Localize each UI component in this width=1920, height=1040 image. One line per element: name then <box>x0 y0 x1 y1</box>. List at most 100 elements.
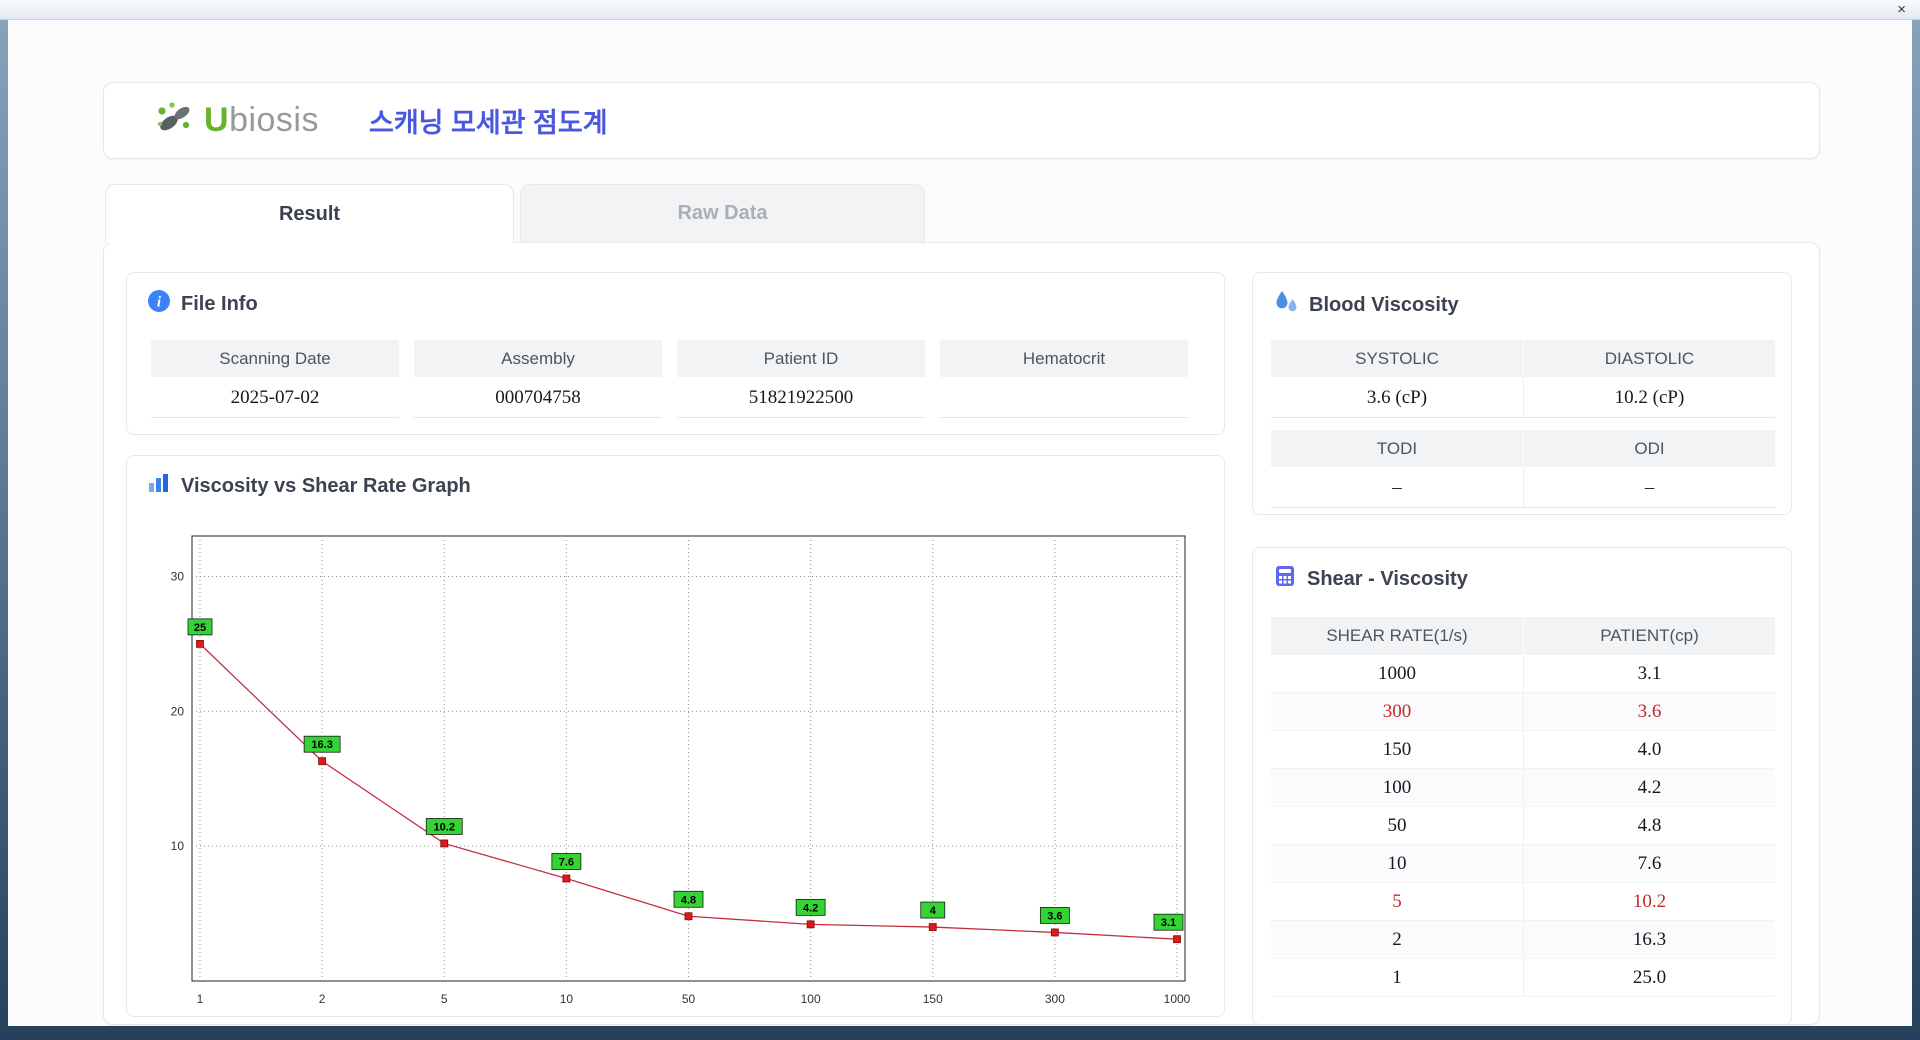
patient-column-header: PATIENT(cp) <box>1523 617 1775 655</box>
shear-rate-value: 100 <box>1271 769 1523 807</box>
svg-text:50: 50 <box>682 992 696 1006</box>
shear-rate-value: 10 <box>1271 845 1523 883</box>
field-patient-id: Patient ID 51821922500 <box>677 340 925 418</box>
tab-raw-data[interactable]: Raw Data <box>520 184 925 242</box>
field-hematocrit: Hematocrit <box>940 340 1188 418</box>
divider <box>1271 418 1775 430</box>
field-value <box>940 377 1188 418</box>
field-label: Hematocrit <box>940 340 1188 377</box>
blood-viscosity-panel: Blood Viscosity SYSTOLIC DIASTOLIC 3.6 (… <box>1252 272 1792 515</box>
patient-viscosity-value: 4.2 <box>1523 769 1775 807</box>
bv-header-row-1: SYSTOLIC DIASTOLIC <box>1271 340 1775 377</box>
shear-viscosity-table: SHEAR RATE(1/s) PATIENT(cp) 1000 3.1 300 3.… <box>1271 617 1775 997</box>
shear-viscosity-row: 2 16.3 <box>1271 921 1775 959</box>
svg-text:100: 100 <box>801 992 821 1006</box>
shear-viscosity-row: 50 4.8 <box>1271 807 1775 845</box>
tab-result-label: Result <box>278 202 341 225</box>
shear-viscosity-row: 10 7.6 <box>1271 845 1775 883</box>
blood-viscosity-title: Blood Viscosity <box>1309 293 1459 316</box>
leaf-logo-icon <box>154 100 196 141</box>
app-window: Ubiosis 스캐닝 모세관 점도계 Result Raw Data i Fi… <box>8 20 1912 1026</box>
droplets-icon <box>1273 289 1299 321</box>
sv-header-row: SHEAR RATE(1/s) PATIENT(cp) <box>1271 617 1775 655</box>
tab-raw-data-label: Raw Data <box>677 202 768 224</box>
page-title: 스캐닝 모세관 점도계 <box>369 108 608 138</box>
shear-viscosity-row: 100 4.2 <box>1271 769 1775 807</box>
close-icon[interactable]: × <box>1893 0 1910 20</box>
systolic-label: SYSTOLIC <box>1271 340 1523 377</box>
shear-viscosity-title: Shear - Viscosity <box>1307 567 1468 590</box>
viscosity-chart: 1 2 5 10 50 100 150 300 10001020302516.310.27.64… <box>171 535 1191 1006</box>
shear-rate-value: 150 <box>1271 731 1523 769</box>
graph-panel: Viscosity vs Shear Rate Graph 1 2 5 10 50 100… <box>126 455 1225 1017</box>
svg-text:300: 300 <box>1045 992 1065 1006</box>
shear-rate-value: 300 <box>1271 693 1523 731</box>
svg-text:2: 2 <box>319 992 326 1006</box>
field-value: 2025-07-02 <box>151 377 399 418</box>
svg-text:3.1: 3.1 <box>1161 917 1176 929</box>
svg-text:10: 10 <box>171 839 185 853</box>
screen: { "window": { "close_icon": "×" }, "head… <box>0 0 1920 1040</box>
bv-header-row-2: TODI ODI <box>1271 430 1775 467</box>
field-label: Assembly <box>414 340 662 377</box>
todi-label: TODI <box>1271 430 1523 467</box>
ubiosis-logo: Ubiosis <box>154 100 319 141</box>
calculator-icon <box>1273 564 1297 594</box>
shear-viscosity-header: Shear - Viscosity <box>1273 564 1468 594</box>
svg-text:16.3: 16.3 <box>311 739 332 751</box>
bv-value-row-2: – – <box>1271 467 1775 508</box>
svg-text:1000: 1000 <box>1164 992 1191 1006</box>
file-info-fields: Scanning Date 2025-07-02 Assembly 000704… <box>151 340 1188 418</box>
shear-rate-value: 2 <box>1271 921 1523 959</box>
diastolic-value: 10.2 (cP) <box>1523 377 1775 418</box>
field-label: Scanning Date <box>151 340 399 377</box>
header-card: Ubiosis 스캐닝 모세관 점도계 <box>103 82 1820 159</box>
todi-value: – <box>1271 467 1523 508</box>
diastolic-label: DIASTOLIC <box>1523 340 1775 377</box>
patient-viscosity-value: 3.6 <box>1523 693 1775 731</box>
svg-text:3.6: 3.6 <box>1047 910 1062 922</box>
odi-label: ODI <box>1523 430 1775 467</box>
svg-text:4: 4 <box>930 905 937 917</box>
shear-viscosity-row: 300 3.6 <box>1271 693 1775 731</box>
svg-text:5: 5 <box>441 992 448 1006</box>
svg-text:10.2: 10.2 <box>434 821 455 833</box>
svg-text:4.8: 4.8 <box>681 894 696 906</box>
tab-result[interactable]: Result <box>105 184 514 243</box>
bv-value-row-1: 3.6 (cP) 10.2 (cP) <box>1271 377 1775 418</box>
field-value: 51821922500 <box>677 377 925 418</box>
patient-viscosity-value: 16.3 <box>1523 921 1775 959</box>
patient-viscosity-value: 4.0 <box>1523 731 1775 769</box>
odi-value: – <box>1523 467 1775 508</box>
field-value: 000704758 <box>414 377 662 418</box>
field-assembly: Assembly 000704758 <box>414 340 662 418</box>
shear-rate-value: 50 <box>1271 807 1523 845</box>
blood-viscosity-header: Blood Viscosity <box>1273 289 1459 321</box>
patient-viscosity-value: 10.2 <box>1523 883 1775 921</box>
systolic-value: 3.6 (cP) <box>1271 377 1523 418</box>
shear-viscosity-row: 1 25.0 <box>1271 959 1775 997</box>
blood-viscosity-table: SYSTOLIC DIASTOLIC 3.6 (cP) 10.2 (cP) TO… <box>1271 340 1775 508</box>
window-titlebar: × <box>0 0 1920 20</box>
field-scanning-date: Scanning Date 2025-07-02 <box>151 340 399 418</box>
sv-rows: 1000 3.1 300 3.6 150 4.0 100 4.2 50 4.8 10 7.6 5 10.2… <box>1271 655 1775 997</box>
shear-viscosity-panel: Shear - Viscosity SHEAR RATE(1/s) PATIEN… <box>1252 547 1792 1025</box>
svg-text:20: 20 <box>171 704 185 718</box>
patient-viscosity-value: 3.1 <box>1523 655 1775 693</box>
logo-text: Ubiosis <box>204 101 319 139</box>
svg-text:4.2: 4.2 <box>803 902 818 914</box>
patient-viscosity-value: 4.8 <box>1523 807 1775 845</box>
file-info-header: i File Info <box>147 289 258 319</box>
field-label: Patient ID <box>677 340 925 377</box>
svg-text:1: 1 <box>197 992 204 1006</box>
shear-viscosity-row: 5 10.2 <box>1271 883 1775 921</box>
file-info-panel: i File Info Scanning Date 2025-07-02 Ass… <box>126 272 1225 435</box>
shear-viscosity-row: 1000 3.1 <box>1271 655 1775 693</box>
shear-rate-value: 1000 <box>1271 655 1523 693</box>
shear-viscosity-row: 150 4.0 <box>1271 731 1775 769</box>
svg-text:25: 25 <box>194 622 206 634</box>
shear-rate-column-header: SHEAR RATE(1/s) <box>1271 617 1523 655</box>
shear-rate-value: 1 <box>1271 959 1523 997</box>
patient-viscosity-value: 7.6 <box>1523 845 1775 883</box>
svg-text:30: 30 <box>171 569 185 583</box>
